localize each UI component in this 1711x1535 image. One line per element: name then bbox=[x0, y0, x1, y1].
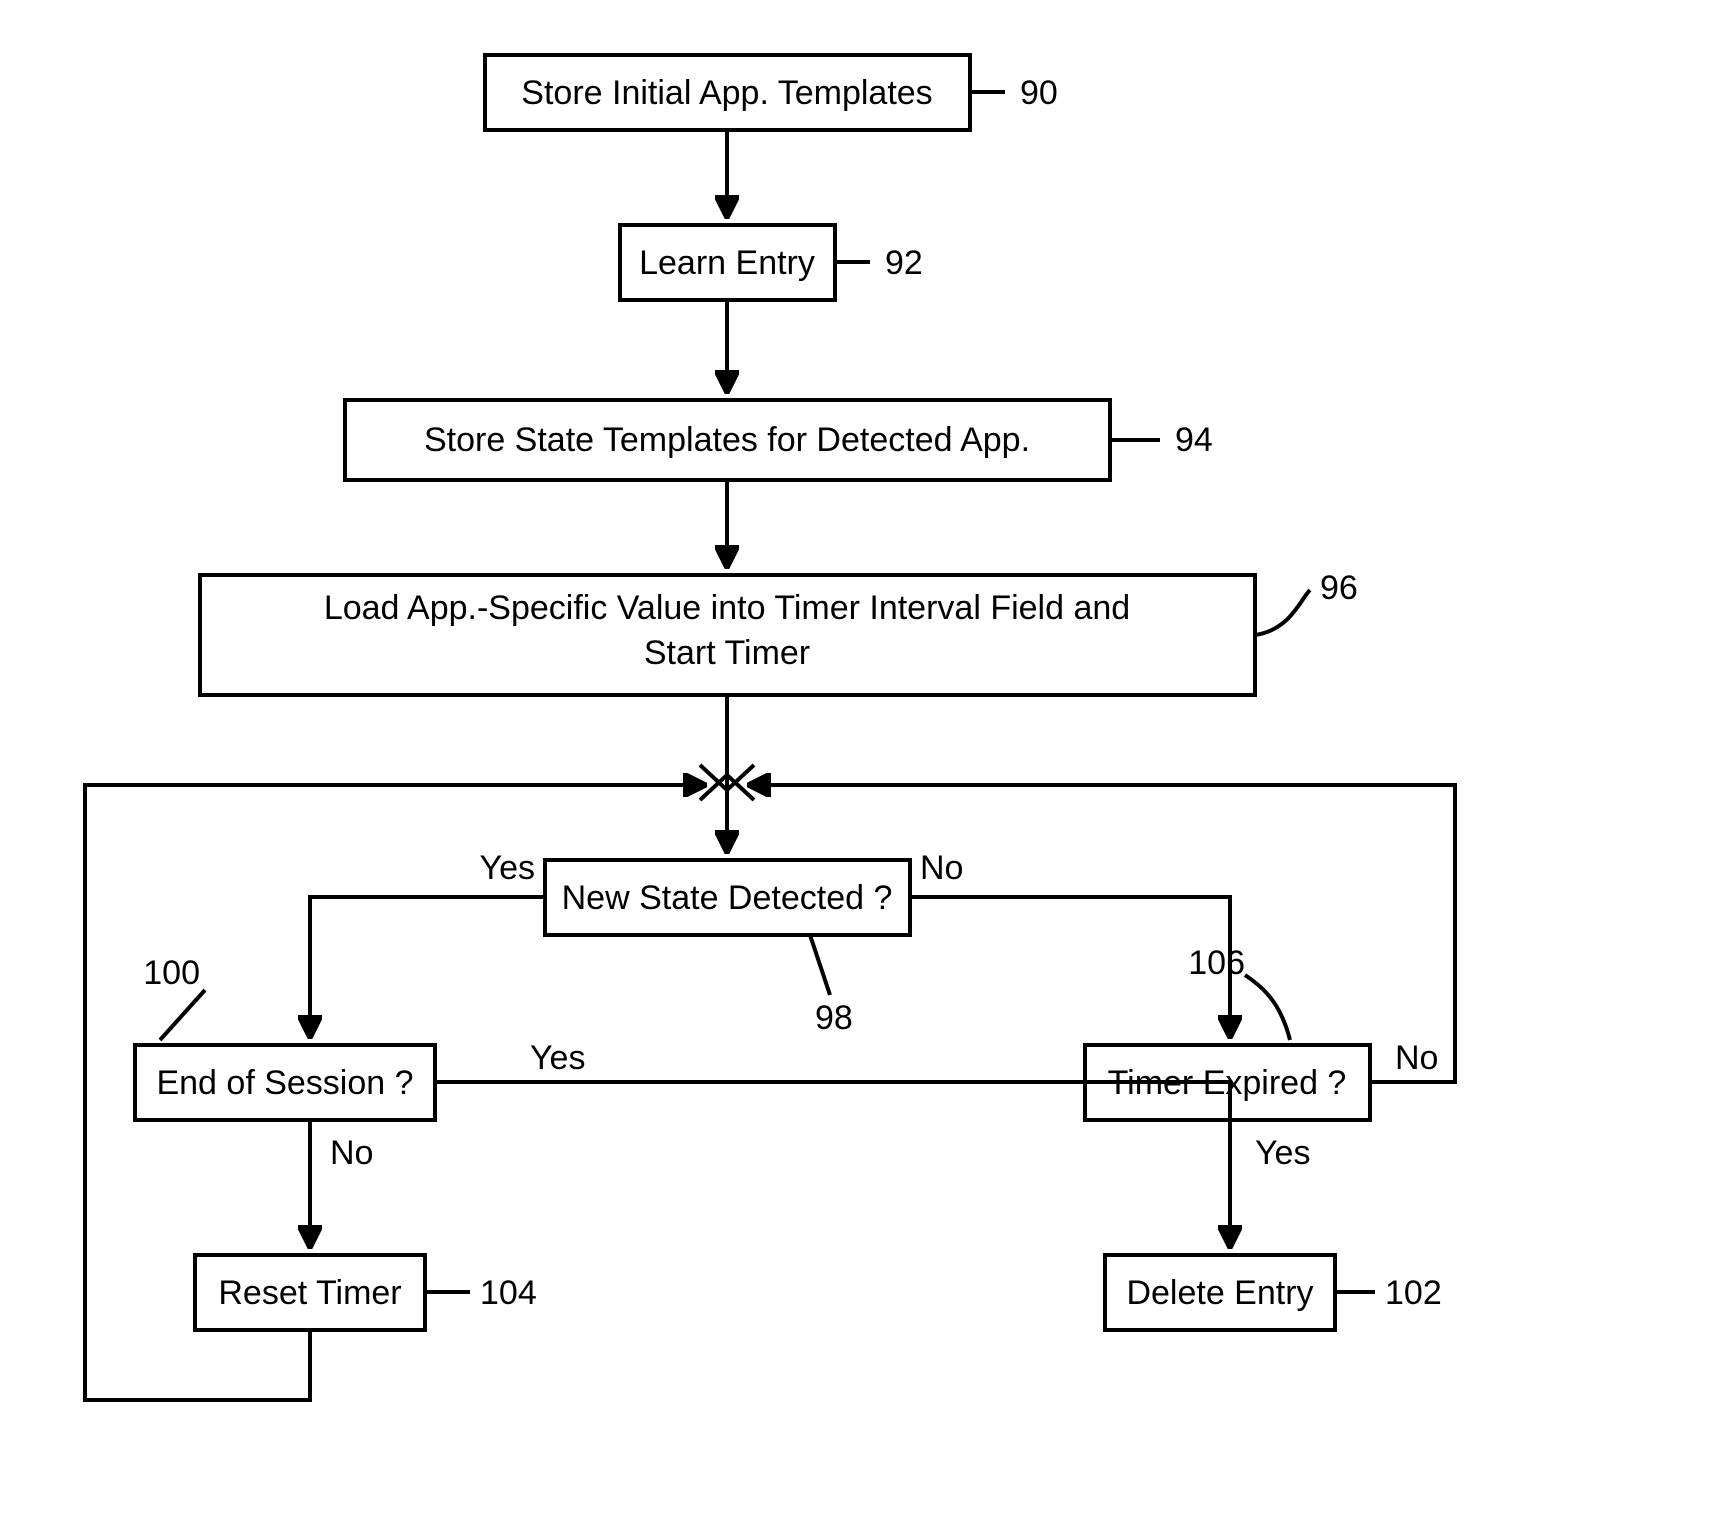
box-delete-entry: Delete Entry 102 bbox=[1105, 1255, 1442, 1330]
box-label: Delete Entry bbox=[1126, 1274, 1313, 1312]
ref-label: 96 bbox=[1320, 569, 1358, 607]
box-end-of-session: End of Session ? 100 bbox=[135, 954, 435, 1120]
ref-label: 106 bbox=[1188, 944, 1245, 982]
box-store-initial-templates: Store Initial App. Templates 90 bbox=[485, 55, 1058, 130]
box-label: Learn Entry bbox=[639, 244, 815, 282]
ref-label: 94 bbox=[1175, 421, 1213, 459]
box-timer-expired: Timer Expired ? 106 bbox=[1085, 944, 1370, 1120]
edge-label-yes: Yes bbox=[1255, 1134, 1310, 1172]
ref-label: 104 bbox=[480, 1274, 537, 1312]
box-reset-timer: Reset Timer 104 bbox=[195, 1255, 537, 1330]
box-label-line2: Start Timer bbox=[644, 634, 810, 672]
edge-label-yes: Yes bbox=[480, 849, 535, 887]
edge-label-no: No bbox=[920, 849, 963, 887]
ref-label: 92 bbox=[885, 244, 923, 282]
arrow bbox=[310, 897, 545, 1035]
ref-label: 90 bbox=[1020, 74, 1058, 112]
box-label-line1: Load App.-Specific Value into Timer Inte… bbox=[324, 589, 1130, 627]
box-label: Store State Templates for Detected App. bbox=[424, 421, 1030, 459]
edge-label-yes: Yes bbox=[530, 1039, 585, 1077]
edge-label-no: No bbox=[330, 1134, 373, 1172]
box-load-timer-value: Load App.-Specific Value into Timer Inte… bbox=[200, 569, 1358, 695]
arrow bbox=[910, 897, 1230, 1035]
box-label: Store Initial App. Templates bbox=[521, 74, 932, 112]
ref-label: 100 bbox=[143, 954, 200, 992]
box-store-state-templates: Store State Templates for Detected App. … bbox=[345, 400, 1213, 480]
box-learn-entry: Learn Entry 92 bbox=[620, 225, 923, 300]
edge-label-no: No bbox=[1395, 1039, 1438, 1077]
box-label: Reset Timer bbox=[218, 1274, 401, 1312]
box-new-state-detected: New State Detected ? 98 bbox=[545, 860, 910, 1037]
box-label: New State Detected ? bbox=[562, 879, 893, 917]
ref-label: 102 bbox=[1385, 1274, 1442, 1312]
flowchart-canvas: Store Initial App. Templates 90 Learn En… bbox=[0, 0, 1711, 1535]
box-label: End of Session ? bbox=[156, 1064, 413, 1102]
ref-label: 98 bbox=[815, 999, 853, 1037]
